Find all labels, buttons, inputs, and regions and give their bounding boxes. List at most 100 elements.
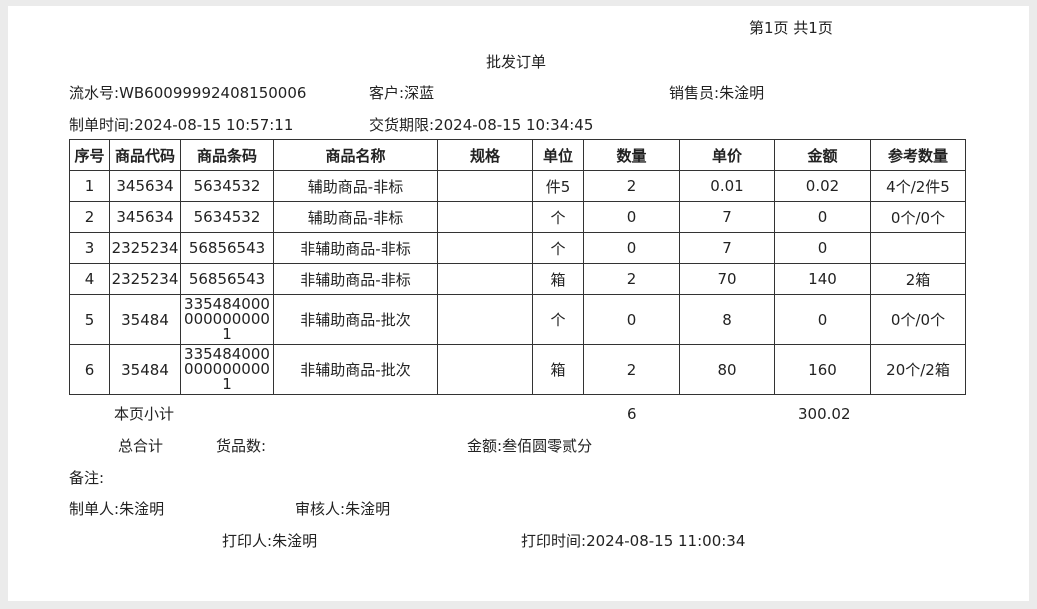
table-cell: 1 [69,170,110,202]
table-cell: 80 [679,344,775,395]
reviewer-value: 朱淦明 [345,500,391,518]
table-row: 3 2325234 56856543 非辅助商品-非标 个 0 7 0 [69,232,966,264]
creator-value: 朱淦明 [119,500,165,518]
column-header: 序号 [69,139,110,171]
print-time-label: 打印时间: [521,532,587,550]
table-cell: 160 [774,344,871,395]
table-cell: 个 [532,232,584,264]
table-cell: 56856543 [180,232,274,264]
print-time-field: 打印时间:2024-08-15 11:00:34 [521,532,745,550]
table-cell: 5 [69,294,110,345]
table-cell: 0 [583,232,680,264]
table-cell: 140 [774,263,871,295]
print-preview-sheet: 第1页 共1页 批发订单 流水号:WB60099992408150006 客户:… [8,6,1029,601]
barcode-text: 3354840000000000001 [184,345,270,393]
goods-count-label: 货品数: [216,437,267,455]
table-cell [437,294,533,345]
table-row: 6 35484 3354840000000000001 非辅助商品-批次 箱 2… [69,344,966,395]
table-cell: 0个/0个 [870,294,966,345]
customer-value: 深蓝 [404,84,435,102]
table-cell: 件5 [532,170,584,202]
table-cell: 非辅助商品-非标 [273,232,438,264]
table-cell [437,170,533,202]
column-header: 单价 [679,139,775,171]
table-cell: 35484 [109,344,181,395]
total-amount-field: 金额:叁佰圆零贰分 [467,437,592,455]
column-header: 参考数量 [870,139,966,171]
printer-value: 朱淦明 [272,532,318,550]
serial-number-label: 流水号: [69,84,120,102]
page-indicator: 第1页 共1页 [749,19,833,37]
table-cell: 2325234 [109,232,181,264]
table-cell: 2325234 [109,263,181,295]
table-cell: 个 [532,294,584,345]
table-cell: 4 [69,263,110,295]
order-items-table: 序号 商品代码 商品条码 商品名称 规格 单位 数量 单价 金额 参考数量 1 … [69,139,966,395]
table-cell: 4个/2件5 [870,170,966,202]
table-cell: 0 [774,294,871,345]
table-cell: 5634532 [180,170,274,202]
table-cell: 20个/2箱 [870,344,966,395]
table-header-row: 序号 商品代码 商品条码 商品名称 规格 单位 数量 单价 金额 参考数量 [69,139,966,171]
table-cell: 56856543 [180,263,274,295]
printer-label: 打印人: [222,532,273,550]
table-cell: 345634 [109,170,181,202]
creator-label: 制单人: [69,500,120,518]
reviewer-label: 审核人: [295,500,346,518]
column-header: 商品代码 [109,139,181,171]
table-cell: 个 [532,201,584,233]
table-cell: 0 [583,294,680,345]
table-cell: 345634 [109,201,181,233]
barcode-text: 3354840000000000001 [184,295,270,343]
table-cell: 辅助商品-非标 [273,201,438,233]
column-header: 数量 [583,139,680,171]
customer-field: 客户:深蓝 [369,84,434,102]
page-subtotal-label: 本页小计 [114,405,175,423]
total-amount-value: 叁佰圆零贰分 [502,437,593,455]
table-cell: 非辅助商品-批次 [273,294,438,345]
table-row: 5 35484 3354840000000000001 非辅助商品-批次 个 0… [69,294,966,345]
table-cell: 非辅助商品-非标 [273,263,438,295]
table-cell: 6 [69,344,110,395]
table-cell [437,344,533,395]
table-row: 1 345634 5634532 辅助商品-非标 件5 2 0.01 0.02 … [69,170,966,202]
created-time-label: 制单时间: [69,116,135,134]
grand-total-label: 总合计 [118,437,164,455]
delivery-deadline-field: 交货期限:2024-08-15 10:34:45 [369,116,593,134]
column-header: 金额 [774,139,871,171]
table-cell: 0个/0个 [870,201,966,233]
printer-field: 打印人:朱淦明 [222,532,317,550]
table-row: 4 2325234 56856543 非辅助商品-非标 箱 2 70 140 2… [69,263,966,295]
remark-label: 备注: [69,469,105,487]
column-header: 商品名称 [273,139,438,171]
created-time-value: 2024-08-15 10:57:11 [134,116,294,134]
table-cell: 2 [583,170,680,202]
page-subtotal-quantity: 6 [627,405,637,423]
table-cell: 0 [583,201,680,233]
table-cell: 5634532 [180,201,274,233]
table-cell: 7 [679,201,775,233]
table-cell: 箱 [532,263,584,295]
table-cell: 0 [774,201,871,233]
table-cell: 辅助商品-非标 [273,170,438,202]
reviewer-field: 审核人:朱淦明 [295,500,390,518]
table-cell: 箱 [532,344,584,395]
salesperson-field: 销售员:朱淦明 [669,84,764,102]
column-header: 规格 [437,139,533,171]
table-cell: 2 [583,344,680,395]
table-cell: 8 [679,294,775,345]
table-cell: 7 [679,232,775,264]
table-cell: 0.01 [679,170,775,202]
table-cell [437,201,533,233]
salesperson-value: 朱淦明 [719,84,765,102]
column-header: 单位 [532,139,584,171]
customer-label: 客户: [369,84,405,102]
created-time-field: 制单时间:2024-08-15 10:57:11 [69,116,293,134]
table-cell: 非辅助商品-批次 [273,344,438,395]
table-cell: 35484 [109,294,181,345]
table-cell: 0.02 [774,170,871,202]
table-cell: 3 [69,232,110,264]
creator-field: 制单人:朱淦明 [69,500,164,518]
table-cell: 2 [69,201,110,233]
delivery-deadline-label: 交货期限: [369,116,435,134]
